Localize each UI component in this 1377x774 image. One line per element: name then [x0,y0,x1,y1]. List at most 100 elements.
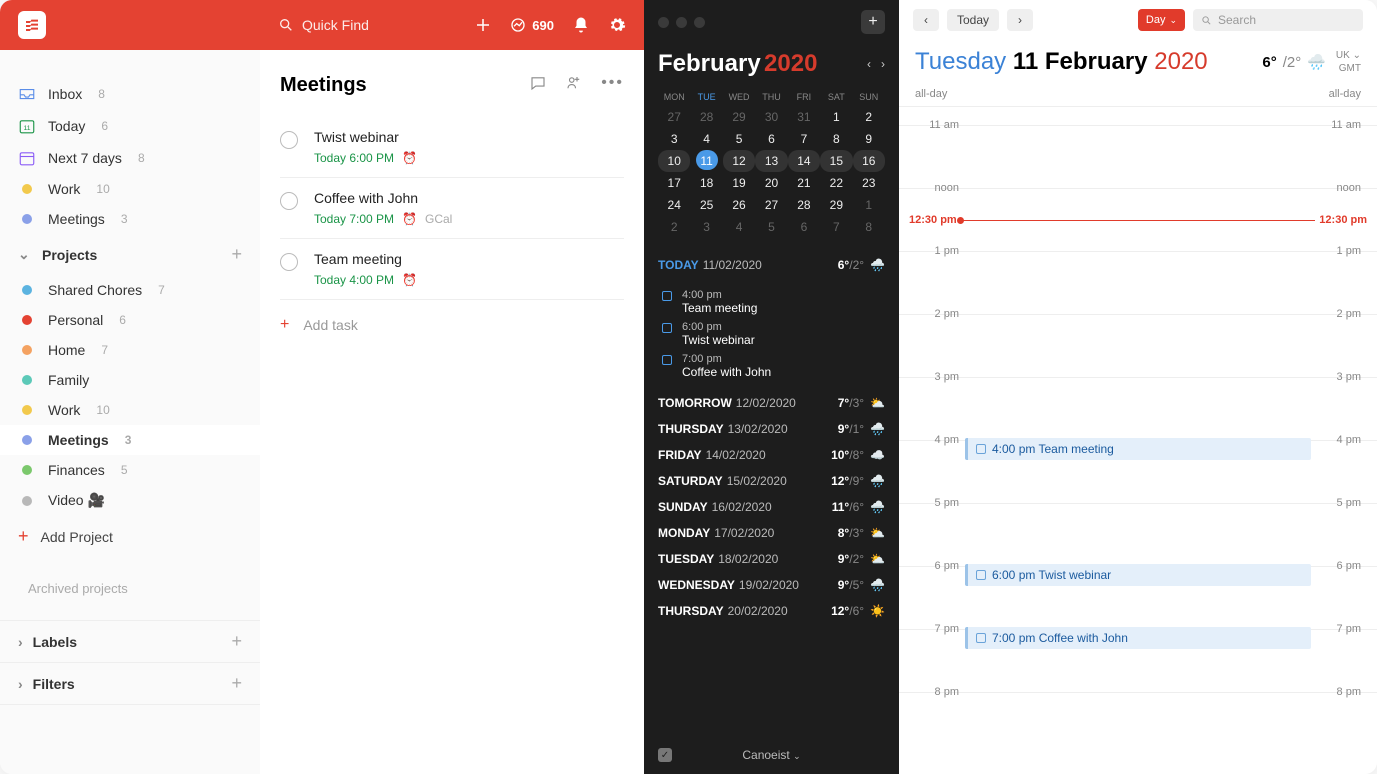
project-item[interactable]: Shared Chores7 [0,275,260,305]
forecast-row[interactable]: TOMORROW12/02/20207°/3°⛅ [658,390,885,416]
event-checkbox[interactable] [662,355,672,365]
task-row[interactable]: Twist webinar Today 6:00 PM ⏰ [280,117,624,178]
cal-search[interactable]: Search [1193,9,1363,31]
forecast-row[interactable]: SATURDAY15/02/202012°/9°🌧️ [658,468,885,494]
task-checkbox[interactable] [280,253,298,271]
archived-projects[interactable]: Archived projects [0,557,260,621]
calendar-day[interactable]: 7 [820,216,852,238]
widget-profile[interactable]: Canoeist ⌄ [742,748,800,762]
add-project-icon[interactable]: + [231,244,242,265]
forecast-row[interactable]: WEDNESDAY19/02/20209°/5°🌧️ [658,572,885,598]
calendar-day[interactable]: 3 [690,216,722,238]
calendar-day[interactable]: 16 [853,150,885,172]
forecast-row[interactable]: SUNDAY16/02/202011°/6°🌧️ [658,494,885,520]
calendar-day[interactable]: 4 [723,216,755,238]
comments-icon[interactable] [529,74,547,97]
task-row[interactable]: Team meeting Today 4:00 PM ⏰ [280,239,624,300]
calendar-day[interactable]: 14 [788,150,820,172]
window-controls[interactable] [658,17,705,28]
calendar-day[interactable]: 11 [696,150,718,170]
project-item[interactable]: Personal6 [0,305,260,335]
calendar-day[interactable]: 20 [755,172,787,194]
cal-today-button[interactable]: Today [947,9,999,31]
project-item[interactable]: Meetings3 [0,425,260,455]
projects-header[interactable]: ⌄Projects + [0,234,260,275]
forecast-row[interactable]: THURSDAY20/02/202012°/6°☀️ [658,598,885,624]
calendar-day[interactable]: 29 [723,106,755,128]
prev-month-icon[interactable]: ‹ [867,57,871,71]
calendar-day[interactable]: 19 [723,172,755,194]
share-icon[interactable] [565,74,583,97]
allday-row[interactable]: all-dayall-day [899,86,1377,107]
calendar-day[interactable]: 28 [788,194,820,216]
calendar-day[interactable]: 1 [853,194,885,216]
project-item[interactable]: Family [0,365,260,395]
calendar-day[interactable]: 10 [658,150,690,172]
forecast-row[interactable]: TUESDAY18/02/20209°/2°⛅ [658,546,885,572]
more-icon[interactable]: ••• [601,74,624,97]
view-selector[interactable]: Day⌄ [1138,9,1185,31]
calendar-day[interactable]: 26 [723,194,755,216]
sidebar-inbox[interactable]: Inbox8 [0,78,260,110]
project-item[interactable]: Home7 [0,335,260,365]
calendar-day[interactable]: 2 [853,106,885,128]
widget-add-button[interactable]: + [861,10,885,34]
cal-prev-button[interactable]: ‹ [913,9,939,31]
project-item[interactable]: Finances5 [0,455,260,485]
event-checkbox[interactable] [662,291,672,301]
calendar-day[interactable]: 31 [788,106,820,128]
calendar-day[interactable]: 24 [658,194,690,216]
calendar-day[interactable]: 6 [755,128,787,150]
task-checkbox[interactable] [280,192,298,210]
add-label-icon[interactable]: + [231,631,242,652]
cal-next-button[interactable]: › [1007,9,1033,31]
calendar-day[interactable]: 1 [820,106,852,128]
filters-section[interactable]: ›Filters + [0,663,260,705]
event-checkbox[interactable] [976,633,986,643]
forecast-row[interactable]: MONDAY17/02/20208°/3°⛅ [658,520,885,546]
calendar-day[interactable]: 5 [755,216,787,238]
calendar-day[interactable]: 18 [690,172,722,194]
task-checkbox[interactable] [280,131,298,149]
calendar-event[interactable]: 4:00 pm Team meeting [965,438,1311,460]
project-item[interactable]: Video 🎥 [0,485,260,516]
sidebar-next7[interactable]: Next 7 days8 [0,142,260,174]
calendar-day[interactable]: 8 [820,128,852,150]
mini-calendar[interactable]: MONTUEWEDTHUFRISATSUN2728293031123456789… [658,88,885,238]
calendar-day[interactable]: 22 [820,172,852,194]
widget-event[interactable]: 4:00 pmTeam meeting [658,286,885,318]
calendar-day[interactable]: 28 [690,106,722,128]
calendar-day[interactable]: 2 [658,216,690,238]
add-task-button[interactable]: + Add task [280,300,624,350]
widget-event[interactable]: 6:00 pmTwist webinar [658,318,885,350]
forecast-row[interactable]: FRIDAY14/02/202010°/8°☁️ [658,442,885,468]
event-checkbox[interactable] [976,444,986,454]
sidebar-filter-meetings[interactable]: Meetings3 [0,204,260,234]
add-project-button[interactable]: +Add Project [0,516,260,557]
timezone-selector[interactable]: UK ⌄GMT [1336,49,1361,75]
todoist-logo[interactable] [18,11,46,39]
task-row[interactable]: Coffee with John Today 7:00 PM ⏰ GCal [280,178,624,239]
event-checkbox[interactable] [976,570,986,580]
calendar-day[interactable]: 8 [853,216,885,238]
forecast-row[interactable]: THURSDAY13/02/20209°/1°🌧️ [658,416,885,442]
calendar-day[interactable]: 30 [755,106,787,128]
karma-counter[interactable]: 690 [510,17,554,33]
add-icon[interactable] [474,16,492,34]
calendar-day[interactable]: 29 [820,194,852,216]
calendar-day[interactable]: 5 [723,128,755,150]
calendar-day[interactable]: 17 [658,172,690,194]
calendar-day[interactable]: 27 [755,194,787,216]
calendar-event[interactable]: 6:00 pm Twist webinar [965,564,1311,586]
calendar-day[interactable]: 13 [755,150,787,172]
calendar-day[interactable]: 6 [788,216,820,238]
project-item[interactable]: Work10 [0,395,260,425]
calendar-day[interactable]: 9 [853,128,885,150]
add-filter-icon[interactable]: + [231,673,242,694]
sidebar-today[interactable]: 11 Today6 [0,110,260,142]
calendar-event[interactable]: 7:00 pm Coffee with John [965,627,1311,649]
calendar-day[interactable]: 3 [658,128,690,150]
widget-checkbox[interactable]: ✓ [658,748,672,762]
calendar-day[interactable]: 21 [788,172,820,194]
gear-icon[interactable] [608,16,626,34]
